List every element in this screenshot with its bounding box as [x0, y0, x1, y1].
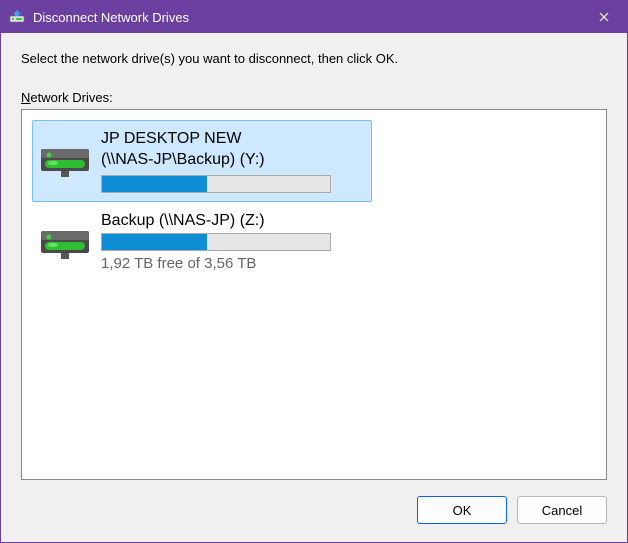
instruction-text: Select the network drive(s) you want to … [21, 51, 607, 66]
titlebar: Disconnect Network Drives [1, 1, 627, 33]
drive-text: Backup (\\NAS-JP) (Z:) 1,92 TB free of 3… [101, 211, 365, 273]
close-button[interactable] [581, 1, 627, 33]
usage-bar [101, 175, 331, 193]
usage-fill [102, 234, 207, 250]
network-drive-icon [39, 211, 91, 266]
list-label-accel: N [21, 90, 30, 105]
drive-text: JP DESKTOP NEW (\\NAS-JP\Backup) (Y:) [101, 129, 365, 193]
drive-path: (\\NAS-JP\Backup) (Y:) [101, 150, 365, 171]
drive-name: Backup (\\NAS-JP) (Z:) [101, 211, 365, 232]
network-drives-list[interactable]: JP DESKTOP NEW (\\NAS-JP\Backup) (Y:) [21, 109, 607, 480]
app-icon [9, 9, 25, 25]
usage-bar [101, 233, 331, 251]
dialog-window: Disconnect Network Drives Select the net… [0, 0, 628, 543]
network-drive-icon [39, 129, 91, 184]
drive-item-z[interactable]: Backup (\\NAS-JP) (Z:) 1,92 TB free of 3… [32, 202, 372, 282]
ok-button[interactable]: OK [417, 496, 507, 524]
window-title: Disconnect Network Drives [33, 10, 581, 25]
drive-name: JP DESKTOP NEW [101, 129, 365, 150]
drive-free-text: 1,92 TB free of 3,56 TB [101, 255, 365, 272]
close-icon [599, 12, 609, 22]
usage-fill [102, 176, 207, 192]
client-area: Select the network drive(s) you want to … [1, 33, 627, 542]
drive-item-y[interactable]: JP DESKTOP NEW (\\NAS-JP\Backup) (Y:) [32, 120, 372, 202]
cancel-button[interactable]: Cancel [517, 496, 607, 524]
list-label: Network Drives: [21, 90, 607, 105]
dialog-buttons: OK Cancel [21, 496, 607, 524]
list-label-rest: etwork Drives: [30, 90, 112, 105]
